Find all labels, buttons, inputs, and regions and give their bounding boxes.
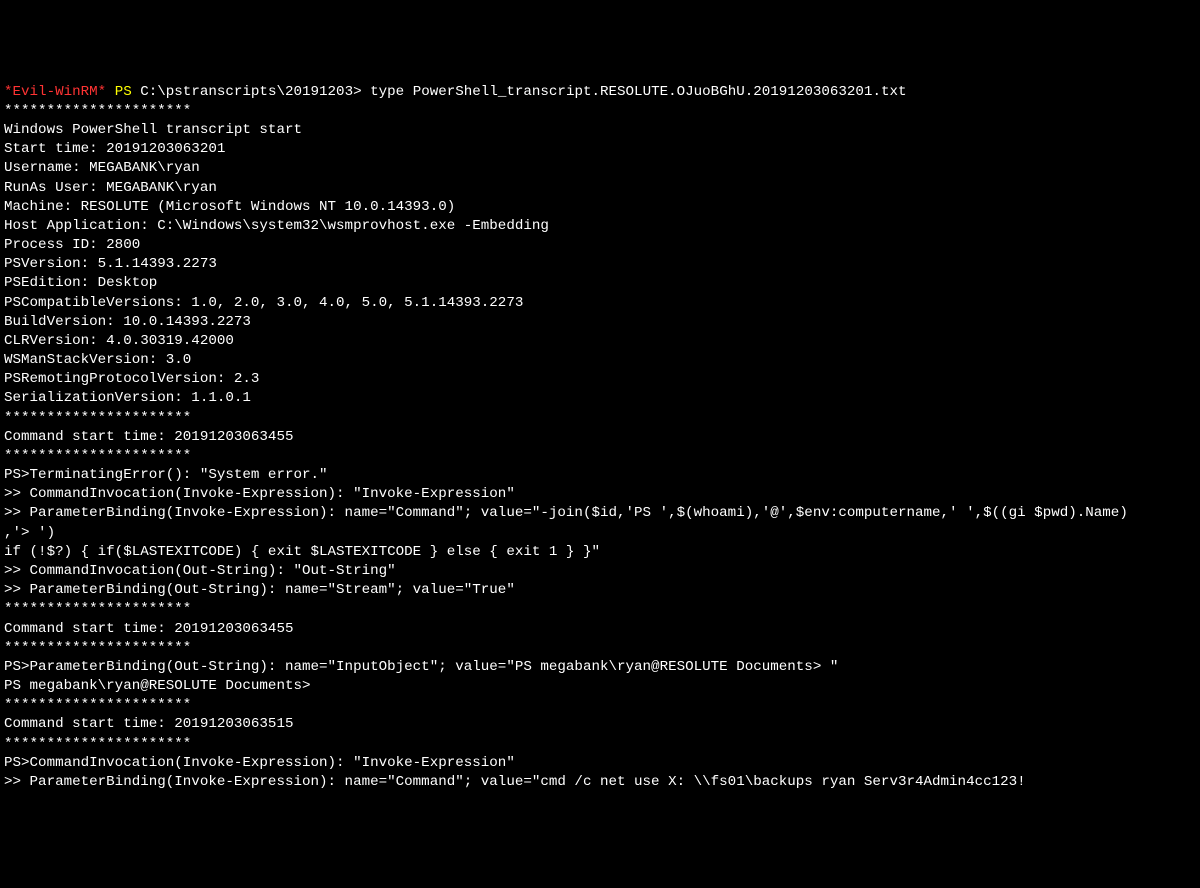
output-line: ********************** <box>4 696 1196 715</box>
output-line: >> ParameterBinding(Out-String): name="S… <box>4 581 1196 600</box>
output-line: BuildVersion: 10.0.14393.2273 <box>4 313 1196 332</box>
output-line: Command start time: 20191203063515 <box>4 715 1196 734</box>
ps-prompt: PS <box>115 84 132 100</box>
output-line: ********************** <box>4 639 1196 658</box>
output-line: ********************** <box>4 735 1196 754</box>
output-line: Host Application: C:\Windows\system32\ws… <box>4 217 1196 236</box>
output-line: PSRemotingProtocolVersion: 2.3 <box>4 370 1196 389</box>
output-line: ********************** <box>4 102 1196 121</box>
output-line: PSCompatibleVersions: 1.0, 2.0, 3.0, 4.0… <box>4 294 1196 313</box>
output-line: ********************** <box>4 447 1196 466</box>
output-line: Username: MEGABANK\ryan <box>4 159 1196 178</box>
output-line: Windows PowerShell transcript start <box>4 121 1196 140</box>
output-line: SerializationVersion: 1.1.0.1 <box>4 389 1196 408</box>
output-line: >> ParameterBinding(Invoke-Expression): … <box>4 773 1196 792</box>
output-line: Start time: 20191203063201 <box>4 140 1196 159</box>
output-line: PS>ParameterBinding(Out-String): name="I… <box>4 658 1196 677</box>
output-line: Command start time: 20191203063455 <box>4 620 1196 639</box>
output-line: PSEdition: Desktop <box>4 274 1196 293</box>
typed-command: type PowerShell_transcript.RESOLUTE.OJuo… <box>370 84 906 100</box>
output-line: Command start time: 20191203063455 <box>4 428 1196 447</box>
output-line: PS megabank\ryan@RESOLUTE Documents> <box>4 677 1196 696</box>
output-line: Process ID: 2800 <box>4 236 1196 255</box>
output-line: RunAs User: MEGABANK\ryan <box>4 179 1196 198</box>
output-line: if (!$?) { if($LASTEXITCODE) { exit $LAS… <box>4 543 1196 562</box>
prompt-path: C:\pstranscripts\20191203> <box>140 84 361 100</box>
output-line: >> CommandInvocation(Out-String): "Out-S… <box>4 562 1196 581</box>
output-line: ********************** <box>4 409 1196 428</box>
output-line: >> ParameterBinding(Invoke-Expression): … <box>4 504 1196 523</box>
output-line: PSVersion: 5.1.14393.2273 <box>4 255 1196 274</box>
output-line: Machine: RESOLUTE (Microsoft Windows NT … <box>4 198 1196 217</box>
output-line: ,'> ') <box>4 524 1196 543</box>
terminal-output[interactable]: *Evil-WinRM* PS C:\pstranscripts\2019120… <box>4 83 1196 792</box>
output-line: >> CommandInvocation(Invoke-Expression):… <box>4 485 1196 504</box>
output-line: PS>TerminatingError(): "System error." <box>4 466 1196 485</box>
output-line: WSManStackVersion: 3.0 <box>4 351 1196 370</box>
output-line: CLRVersion: 4.0.30319.42000 <box>4 332 1196 351</box>
evil-winrm-prompt: *Evil-WinRM* <box>4 84 106 100</box>
output-line: PS>CommandInvocation(Invoke-Expression):… <box>4 754 1196 773</box>
output-line: ********************** <box>4 600 1196 619</box>
